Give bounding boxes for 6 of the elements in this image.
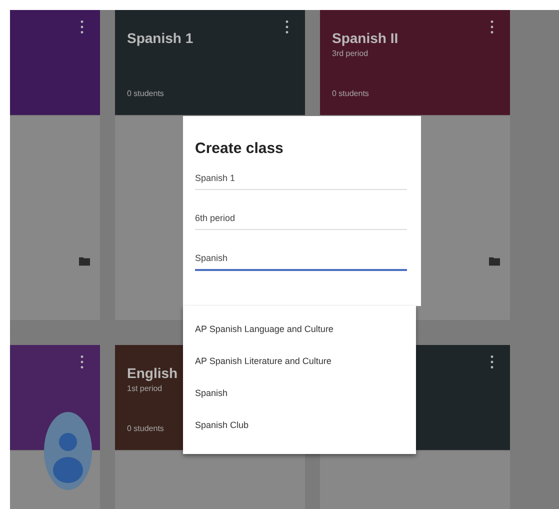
student-count: 0 students: [127, 89, 164, 98]
student-count: 0 students: [332, 89, 369, 98]
class-section: 1st period: [127, 384, 162, 393]
dialog-title: Create class: [195, 140, 284, 157]
student-count: 0 students: [127, 424, 164, 433]
class-section: 3rd period: [332, 49, 368, 58]
